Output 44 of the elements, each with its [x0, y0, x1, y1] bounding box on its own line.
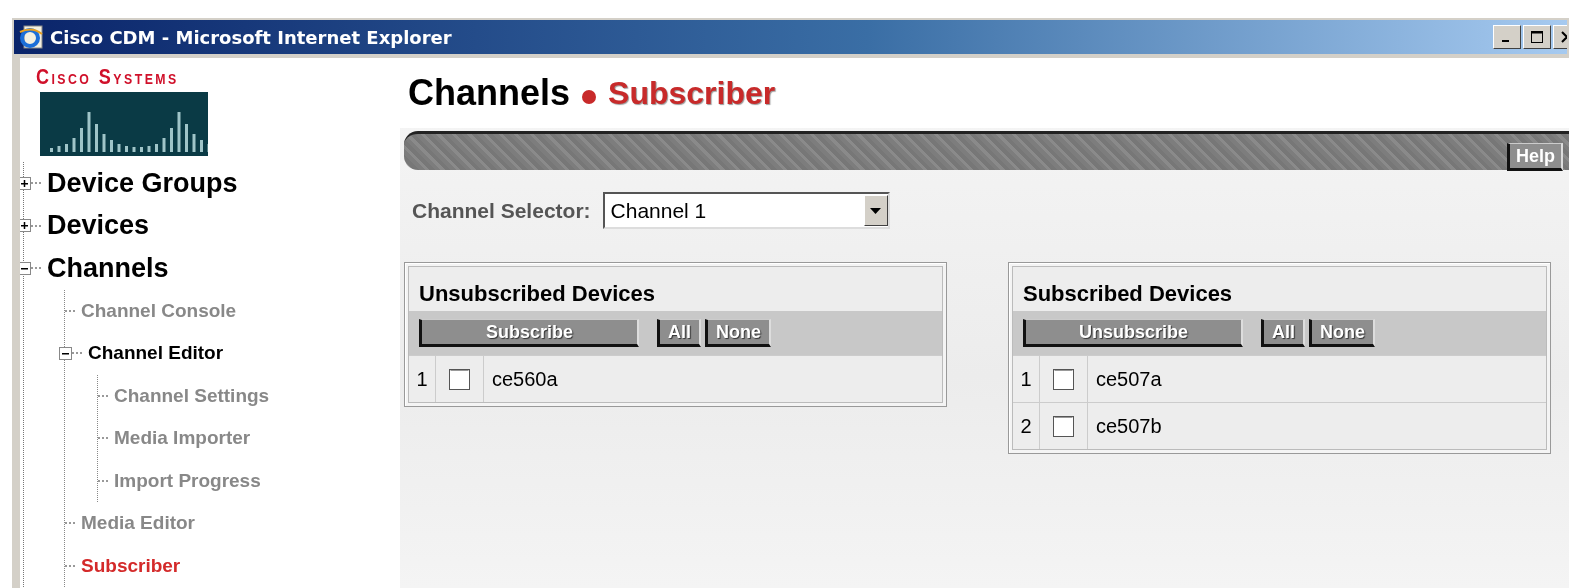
expand-icon[interactable]	[20, 219, 31, 233]
maximize-icon[interactable]	[1523, 25, 1551, 49]
select-all-button[interactable]: All	[657, 319, 701, 347]
device-name: ce560a	[491, 366, 559, 392]
row-number: 1	[409, 356, 436, 402]
logo-text: Cisco Systems	[36, 64, 179, 90]
tree-item[interactable]: Media Editor	[81, 512, 195, 535]
tree-item[interactable]: Channels	[47, 252, 169, 284]
panel-title: Unsubscribed Devices	[418, 280, 656, 308]
browser-icon	[18, 24, 44, 50]
tree-item[interactable]: Device Groups	[47, 167, 238, 199]
tree-item[interactable]: Devices	[47, 210, 150, 242]
select-none-button[interactable]: None	[705, 319, 771, 347]
action-button[interactable]: Subscribe	[419, 319, 639, 347]
collapse-icon[interactable]	[20, 261, 31, 275]
select-all-button[interactable]: All	[1261, 319, 1305, 347]
expand-icon[interactable]	[20, 176, 31, 190]
tree-item[interactable]: Channel Settings	[114, 384, 270, 407]
logo-icon	[40, 92, 208, 156]
window-title: Cisco CDM - Microsoft Internet Explorer	[50, 26, 453, 48]
minimize-icon[interactable]	[1493, 25, 1521, 49]
action-button[interactable]: Unsubscribe	[1023, 319, 1243, 347]
page-title: Subscriber	[608, 74, 776, 112]
help-button[interactable]: Help	[1507, 143, 1563, 171]
tree-item[interactable]: Channel Console	[81, 299, 237, 322]
checkbox[interactable]	[1053, 368, 1074, 390]
device-name: ce507b	[1095, 413, 1163, 439]
device-name: ce507a	[1095, 366, 1163, 392]
field-label: Channel Selector:	[412, 198, 591, 223]
row-number: 1	[1013, 356, 1040, 402]
select-none-button[interactable]: None	[1309, 319, 1375, 347]
checkbox[interactable]	[1053, 415, 1074, 437]
checkbox[interactable]	[449, 368, 470, 390]
tree-item[interactable]: Import Progress	[114, 469, 261, 492]
tree-item[interactable]: Media Importer	[114, 427, 251, 450]
tree-item[interactable]: Channel Editor	[88, 342, 224, 365]
panel-title: Subscribed Devices	[1022, 280, 1234, 308]
page-section-title: Channels	[408, 72, 571, 114]
bullet-icon	[582, 90, 597, 104]
dropdown-arrow-icon	[870, 207, 882, 214]
collapse-icon[interactable]	[59, 346, 72, 360]
channel-dropdown[interactable]: Channel 1	[602, 192, 890, 229]
row-number: 2	[1013, 403, 1040, 449]
tree-item[interactable]: Subscriber	[81, 554, 181, 577]
